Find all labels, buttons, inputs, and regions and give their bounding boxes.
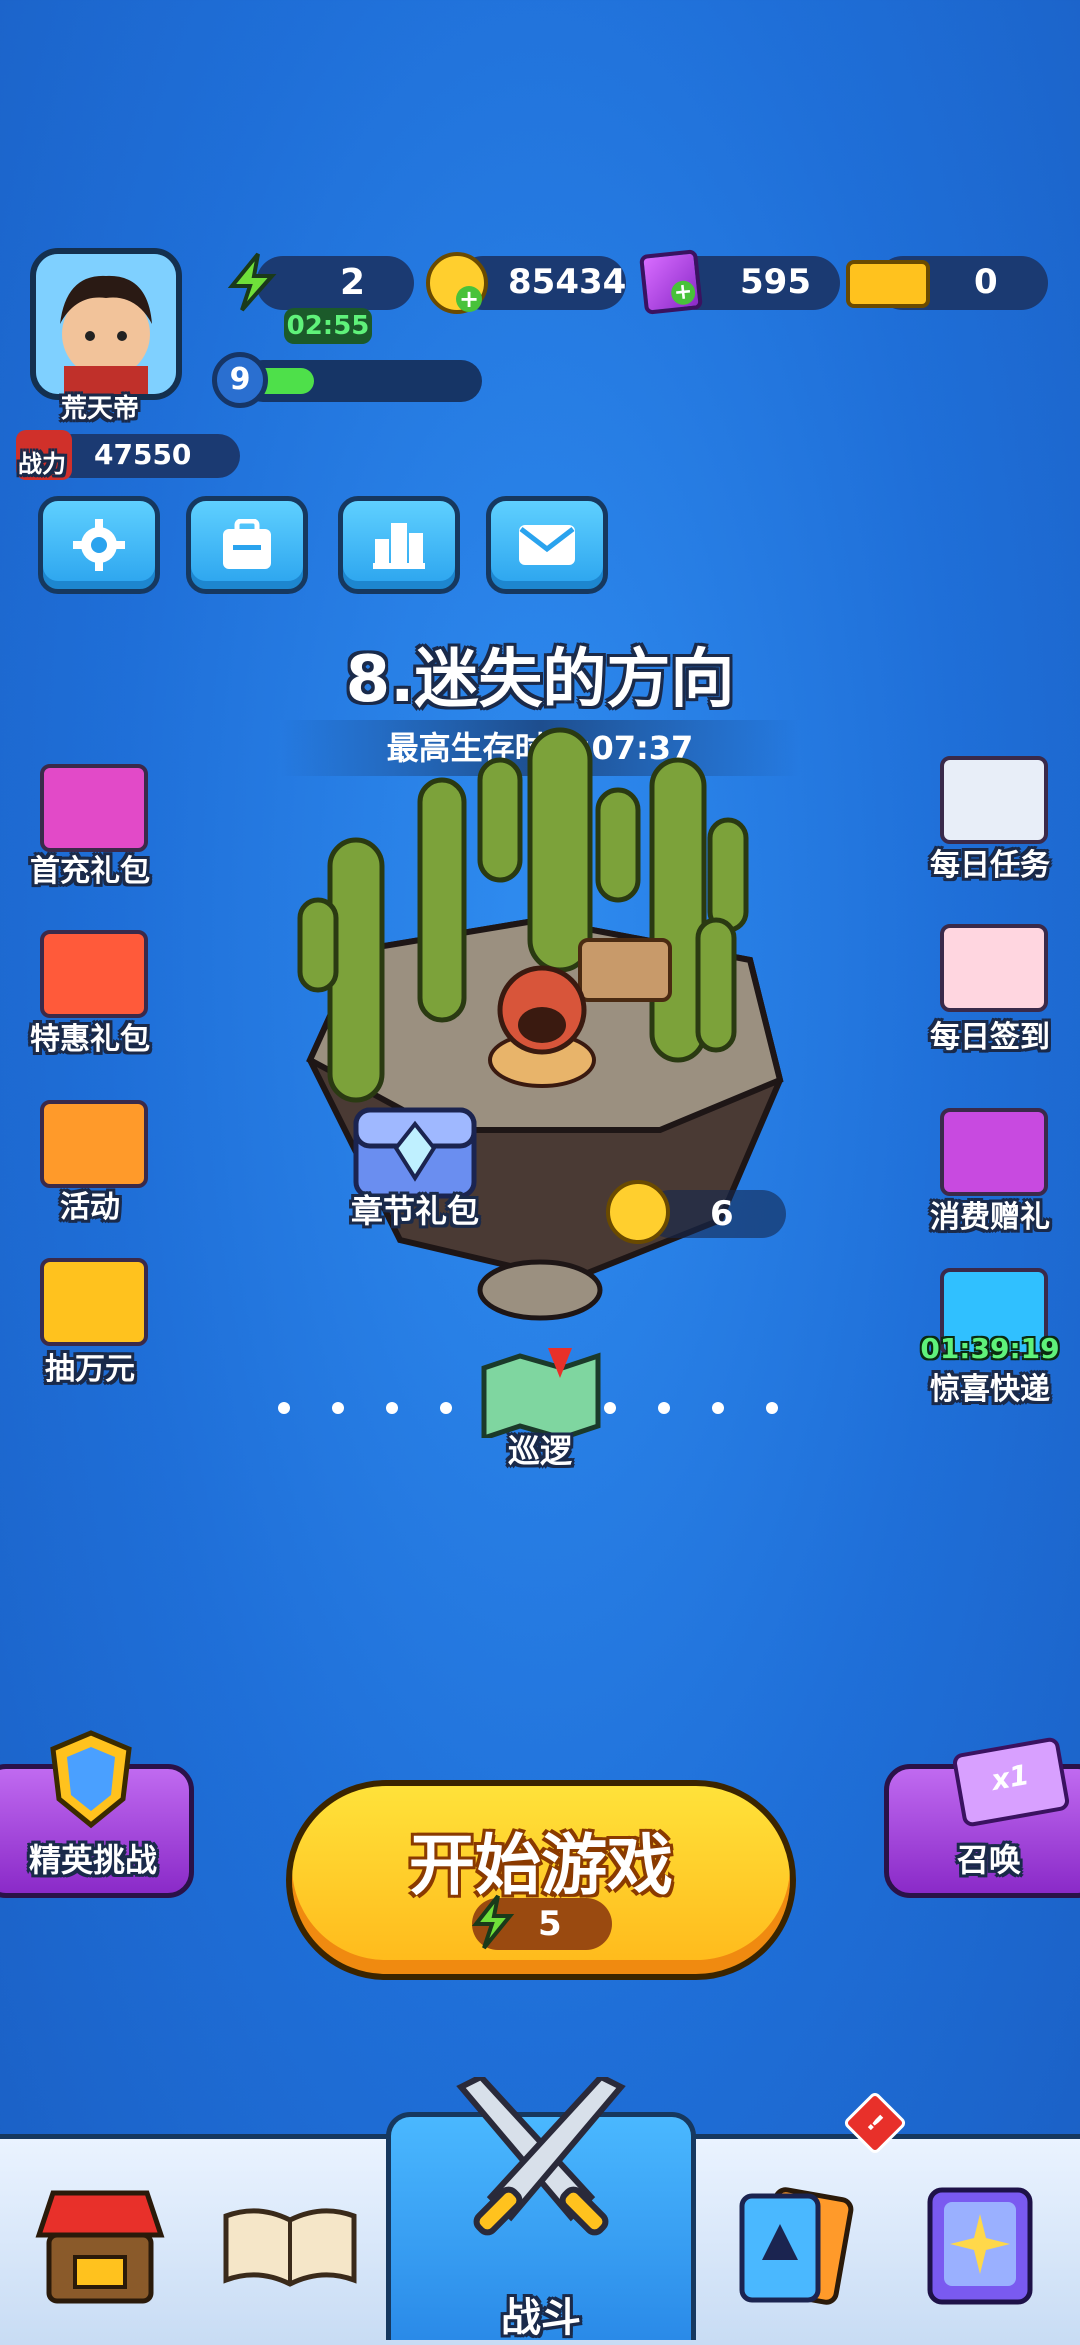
map-icon [481,1348,601,1438]
elite-challenge-label: 精英挑战 [28,1841,157,1879]
daily-checkin-button[interactable]: 每日签到 [910,920,1070,1055]
gear-icon [73,519,125,571]
elite-challenge-button[interactable]: 精英挑战 [0,1730,194,1898]
start-game-button[interactable]: 开始游戏 5 [286,1780,796,1980]
nav-talents[interactable] [900,2150,1060,2340]
scroll-icon [940,756,1048,844]
book-icon [223,2208,357,2287]
events-label: 活动 [60,1190,120,1225]
player-name: 荒天帝 [60,394,139,424]
special-offer-label: 特惠礼包 [30,1022,150,1057]
level-xp-bar: 9 [212,352,482,408]
avatar-portrait-icon [36,254,176,394]
coin-reward-value: 6 [710,1194,734,1234]
surprise-delivery-label: 惊喜快递 [930,1372,1050,1407]
desert-island-stage[interactable] [280,700,800,1340]
nav-shop[interactable] [20,2150,180,2340]
summon-scroll-icon: x1 [951,1736,1071,1828]
cards-icon [739,2187,854,2305]
inventory-button[interactable] [186,496,308,594]
tickets-value: 0 [974,262,998,302]
start-cost-value: 5 [538,1904,562,1944]
nav-battle-label: 战斗 [501,2295,581,2341]
daily-tasks-label: 每日任务 [930,848,1050,883]
gem-add-icon[interactable]: + [639,249,703,315]
gems-value: 595 [740,262,811,302]
spend-gift-label: 消费赠礼 [930,1200,1050,1235]
energy-counter[interactable]: 2 [220,250,415,314]
settings-button[interactable] [38,496,160,594]
shield-sword-icon [50,1730,132,1829]
daily-tasks-button[interactable]: 每日任务 [910,752,1070,883]
patrol-button[interactable]: 巡逻 [474,1340,606,1470]
leaderboard-icon [373,523,425,569]
events-button[interactable]: 活动 [10,1096,170,1226]
coin-reward: 6 [606,1180,786,1244]
power-bar: 战力 47550 [10,430,240,480]
nav-codex[interactable] [210,2150,370,2340]
nav-battle[interactable]: 战斗 [386,2077,696,2341]
worm-monster-icon [488,965,596,1088]
summon-label: 召唤 [956,1841,1021,1879]
nav-cards[interactable]: ! [718,2090,908,2340]
mail-button[interactable] [486,496,608,594]
special-offer-pack[interactable]: 特惠礼包 [10,920,170,1057]
chapter-chest-label: 章节礼包 [350,1192,479,1230]
surprise-delivery-timer: 01:39:19 [920,1332,1060,1365]
tickets-icon [40,1258,148,1346]
power-label: 战力 [18,450,66,478]
gift-box-icon [40,930,148,1018]
chapter-chest[interactable]: 章节礼包 [340,1090,490,1240]
first-recharge-label: 首充礼包 [30,854,150,889]
gems-counter[interactable]: + 595 [639,249,840,315]
summon-button[interactable]: x1 召唤 [884,1736,1080,1898]
shop-stall-icon [35,2190,165,2304]
start-cost-pill: 5 [471,1894,612,1950]
power-value: 47550 [94,438,192,471]
level-badge: 9 [212,352,268,408]
mystery-box-icon [40,1100,148,1188]
mail-icon [519,525,575,565]
leaderboard-button[interactable] [338,496,460,594]
energy-value: 2 [340,262,366,303]
first-recharge-pack[interactable]: 首充礼包 [10,756,170,889]
calendar-icon [940,924,1048,1012]
bag-icon [223,519,271,569]
crossed-swords-icon [456,2077,626,2236]
crystal-chest-icon [353,1107,477,1199]
summon-badge: x1 [988,1758,1032,1798]
player-avatar[interactable] [30,248,182,400]
lucky-draw-button[interactable]: 抽万元 [10,1254,170,1387]
patrol-label: 巡逻 [507,1432,572,1470]
energy-timer: 02:55 [284,308,372,344]
ticket-icon [846,260,930,308]
spend-gift-button[interactable]: 消费赠礼 [910,1104,1070,1235]
coin-add-icon[interactable]: + [426,252,488,314]
coin-icon [606,1180,670,1244]
energy-bolt-icon [471,1894,515,1950]
start-game-label: 开始游戏 [409,1827,673,1904]
spellbook-icon [927,2187,1033,2305]
coins-value: 85434 [508,262,627,302]
surprise-delivery-button[interactable]: 01:39:19 惊喜快递 [910,1268,1070,1407]
gift-box-icon [40,764,148,852]
energy-bolt-icon [227,252,277,312]
gift-box-icon [940,1108,1048,1196]
lucky-draw-label: 抽万元 [45,1352,135,1387]
daily-checkin-label: 每日签到 [930,1020,1050,1055]
coins-counter[interactable]: + 85434 [426,250,626,314]
tickets-counter[interactable]: 0 [846,250,1048,314]
